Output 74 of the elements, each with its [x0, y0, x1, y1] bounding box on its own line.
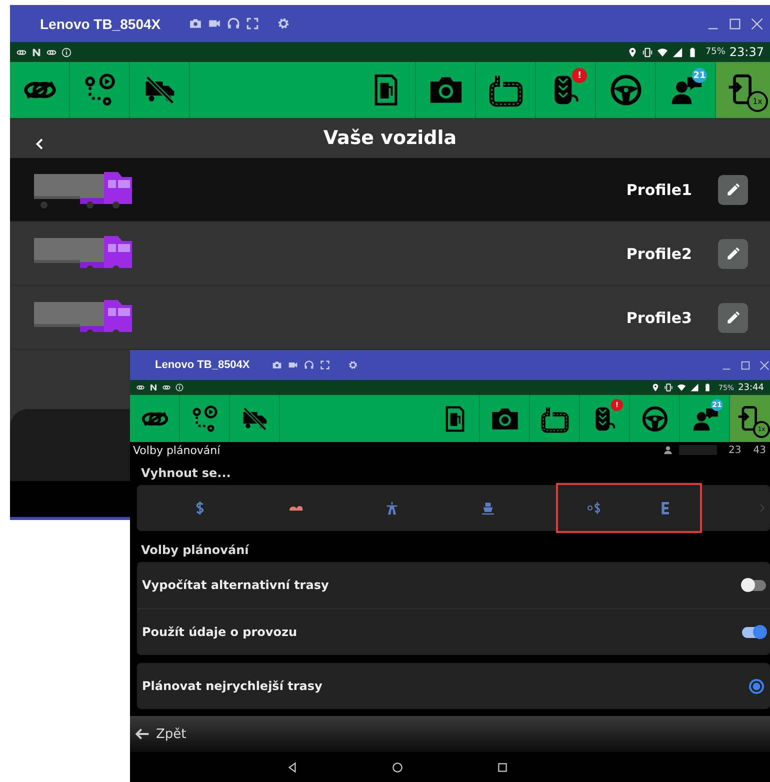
- back-arrow-icon[interactable]: [134, 726, 150, 742]
- window-title: Lenovo TB_8504X: [40, 16, 161, 32]
- vehicle-row[interactable]: Profile1: [10, 158, 770, 222]
- pencil-icon: [725, 182, 741, 198]
- profile-name: Profile2: [626, 244, 692, 262]
- headphones-icon[interactable]: [304, 360, 314, 370]
- notification-badge: 21: [692, 68, 707, 83]
- profile-name: Profile3: [626, 308, 692, 326]
- close-icon[interactable]: [750, 16, 764, 30]
- vibrate-icon: [642, 46, 654, 58]
- header-number: 43: [753, 444, 766, 456]
- n-icon: [149, 383, 158, 392]
- pencil-icon: [725, 310, 741, 326]
- info-icon: [61, 46, 72, 58]
- recents-square-icon[interactable]: [496, 760, 509, 774]
- page-title: Volby plánování: [133, 444, 220, 456]
- person-icon: [662, 445, 673, 455]
- blurred-block: [678, 445, 717, 455]
- truck-off-icon: [240, 404, 268, 432]
- page-title: Vaše vozidla: [323, 127, 457, 149]
- signal-icon: [672, 46, 684, 58]
- clock: 23:37: [729, 45, 764, 59]
- maximize-icon[interactable]: [740, 360, 751, 370]
- signal-icon: [690, 383, 698, 392]
- speed-label: 1x: [747, 91, 768, 112]
- pencil-icon: [725, 246, 741, 262]
- close-icon[interactable]: [759, 360, 770, 370]
- video-camera-icon[interactable]: [288, 360, 298, 370]
- home-circle-icon[interactable]: [391, 760, 404, 774]
- app-icon: [162, 383, 171, 392]
- route-icon: [190, 404, 218, 432]
- toggle-switch[interactable]: [742, 626, 766, 638]
- vibrate-icon: [664, 383, 672, 392]
- window-title: Lenovo TB_8504X: [155, 359, 250, 371]
- profile-name: Profile1: [626, 180, 692, 198]
- option-label: Použít údaje o provozu: [142, 625, 298, 639]
- fullscreen-icon[interactable]: [246, 17, 259, 30]
- camera-icon[interactable]: [188, 17, 202, 30]
- back-triangle-icon[interactable]: [286, 760, 299, 774]
- location-pin-icon: [650, 383, 660, 392]
- header-number: 23: [728, 444, 742, 456]
- fullscreen-icon[interactable]: [320, 360, 330, 370]
- road-icon: [488, 73, 522, 107]
- battery-percentage: 75%: [705, 47, 726, 57]
- steering-wheel-icon: [608, 73, 642, 107]
- location-pin-icon: [627, 46, 638, 58]
- tyre-button[interactable]: !: [536, 62, 596, 118]
- edit-button[interactable]: [718, 302, 748, 332]
- clock: 23:44: [738, 382, 764, 392]
- camera-icon[interactable]: [272, 360, 282, 370]
- settings-icon[interactable]: [348, 360, 358, 370]
- wifi-icon: [657, 46, 668, 58]
- app-icon: [136, 383, 145, 392]
- info-icon: [175, 383, 184, 392]
- maximize-icon[interactable]: [728, 16, 742, 30]
- section-title: Volby plánování: [140, 542, 250, 559]
- battery-icon: [702, 383, 712, 392]
- option-label: Plánovat nejrychlejší trasy: [142, 679, 324, 693]
- route-icon: [82, 73, 116, 107]
- back-link[interactable]: Zpět: [156, 726, 186, 742]
- settings-icon[interactable]: [276, 17, 290, 30]
- notification-badge: !: [572, 68, 587, 83]
- toggle-switch[interactable]: [742, 580, 766, 590]
- n-icon: [31, 46, 42, 58]
- radio-button[interactable]: [749, 678, 764, 694]
- edit-button[interactable]: [718, 238, 748, 268]
- edit-button[interactable]: [718, 174, 748, 204]
- wifi-icon: [676, 383, 686, 392]
- steering-wheel-icon: [640, 404, 668, 432]
- road-icon: [540, 404, 568, 432]
- phone-login-button[interactable]: 1x: [716, 62, 770, 118]
- section-title: Vyhnout se...: [140, 465, 232, 482]
- headphones-icon[interactable]: [226, 17, 240, 30]
- option-label: Vypočítat alternativní trasy: [142, 578, 330, 592]
